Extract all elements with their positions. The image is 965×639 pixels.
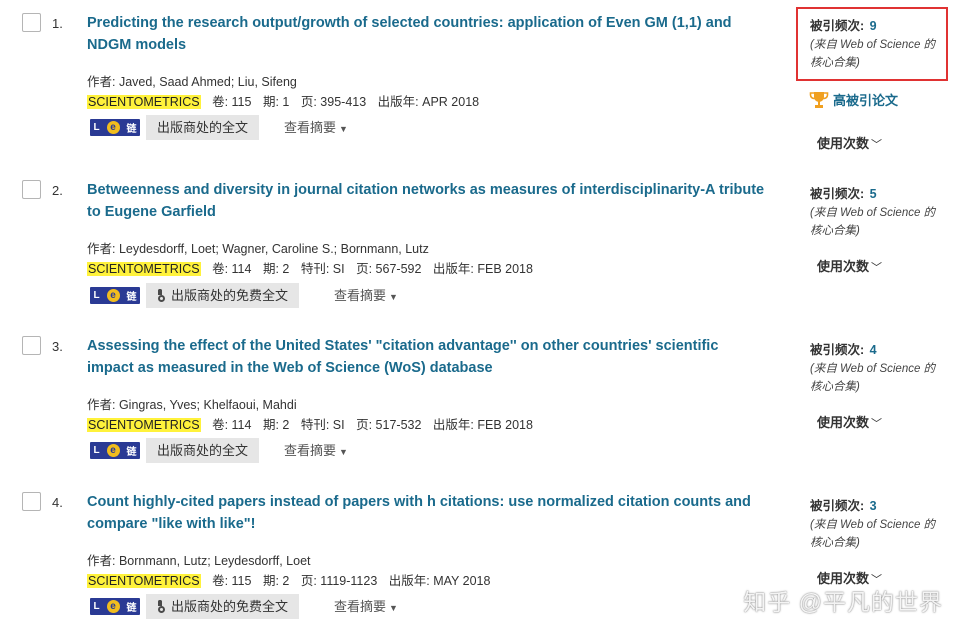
times-cited-count[interactable]: 9 (870, 19, 877, 33)
record-number: 1. (52, 16, 63, 31)
view-abstract-toggle[interactable]: 查看摘要 ▼ (334, 594, 398, 619)
select-checkbox[interactable] (22, 13, 41, 32)
times-cited: 被引频次: 5 (810, 187, 877, 201)
journal-name[interactable]: SCIENTOMETRICS (87, 95, 201, 109)
source-line: SCIENTOMETRICS 卷: 115 期: 2 页: 1119-1123 … (87, 570, 498, 589)
citation-source-note: (来自 Web of Science 的核心合集) (810, 39, 936, 69)
issue-field: 期: 2 (262, 262, 290, 276)
open-access-lock-icon (157, 289, 166, 302)
library-link-logo-icon: L (93, 445, 100, 456)
select-checkbox[interactable] (22, 180, 41, 199)
usage-count-dropdown[interactable]: 使用次数 ﹀ (817, 133, 882, 152)
library-link-button[interactable]: Le链 (90, 598, 140, 615)
citation-info: 被引频次: 3 (来自 Web of Science 的核心合集) (810, 495, 955, 552)
year-field: 出版年: APR 2018 (377, 95, 480, 109)
authors-value: Gingras, Yves; Khelfaoui, Mahdi (118, 398, 297, 412)
times-cited: 被引频次: 3 (810, 499, 877, 513)
journal-name[interactable]: SCIENTOMETRICS (87, 418, 201, 432)
view-abstract-toggle[interactable]: 查看摘要 ▼ (334, 283, 398, 308)
issue-field: 期: 2 (262, 574, 290, 588)
issue-field: 期: 2 (262, 418, 290, 432)
record-number: 4. (52, 495, 63, 510)
pages-field: 页: 517-532 (356, 418, 422, 432)
authors-line: 作者: Leydesdorff, Loet; Wagner, Caroline … (87, 238, 429, 257)
usage-count-dropdown[interactable]: 使用次数 ﹀ (817, 412, 882, 431)
times-cited-count[interactable]: 3 (870, 499, 877, 513)
article-title-link[interactable]: Assessing the effect of the United State… (87, 335, 767, 379)
watermark: 知乎 @平凡的世界 (743, 589, 943, 615)
trophy-icon (809, 92, 829, 108)
times-cited-count[interactable]: 5 (870, 187, 877, 201)
publisher-free-fulltext-button[interactable]: 出版商处的免费全文 (146, 594, 300, 619)
publisher-fulltext-button[interactable]: 出版商处的全文 (146, 115, 260, 140)
caret-down-icon: ▼ (389, 292, 398, 302)
library-link-logo-icon: L (93, 601, 100, 612)
citation-source-note: (来自 Web of Science 的核心合集) (810, 519, 936, 549)
journal-name[interactable]: SCIENTOMETRICS (87, 262, 201, 276)
article-title-link[interactable]: Count highly-cited papers instead of pap… (87, 491, 767, 535)
authors-line: 作者: Javed, Saad Ahmed; Liu, Sifeng (87, 71, 297, 90)
source-line: SCIENTOMETRICS 卷: 114 期: 2 特刊: SI 页: 567… (87, 258, 541, 277)
article-title-link[interactable]: Predicting the research output/growth of… (87, 12, 767, 56)
article-title-link[interactable]: Betweenness and diversity in journal cit… (87, 179, 767, 223)
authors-value: Bornmann, Lutz; Leydesdorff, Loet (118, 554, 311, 568)
times-cited-count[interactable]: 4 (870, 343, 877, 357)
record-number: 2. (52, 183, 63, 198)
source-line: SCIENTOMETRICS 卷: 114 期: 2 特刊: SI 页: 517… (87, 414, 541, 433)
view-abstract-toggle[interactable]: 查看摘要 ▼ (284, 115, 348, 140)
caret-down-icon: ▼ (339, 124, 348, 134)
select-checkbox[interactable] (22, 336, 41, 355)
library-link-button[interactable]: Le链 (90, 119, 140, 136)
citation-info: 被引频次: 9 (来自 Web of Science 的核心合集) (810, 15, 955, 72)
library-link-logo-icon: L (93, 290, 100, 301)
volume-field: 卷: 114 (212, 262, 252, 276)
volume-field: 卷: 115 (212, 95, 252, 109)
highly-cited-badge[interactable]: 高被引论文 (809, 90, 898, 109)
times-cited: 被引频次: 4 (810, 343, 877, 357)
usage-count-dropdown[interactable]: 使用次数 ﹀ (817, 256, 882, 275)
source-line: SCIENTOMETRICS 卷: 115 期: 1 页: 395-413 出版… (87, 91, 487, 110)
citation-source-note: (来自 Web of Science 的核心合集) (810, 363, 936, 393)
authors-label: 作者: (87, 242, 119, 256)
citation-source-note: (来自 Web of Science 的核心合集) (810, 207, 936, 237)
view-abstract-toggle[interactable]: 查看摘要 ▼ (284, 438, 348, 463)
chevron-down-icon: ﹀ (871, 418, 883, 430)
caret-down-icon: ▼ (389, 603, 398, 613)
year-field: 出版年: FEB 2018 (432, 262, 533, 276)
chevron-down-icon: ﹀ (871, 262, 883, 274)
journal-name[interactable]: SCIENTOMETRICS (87, 574, 201, 588)
pages-field: 页: 1119-1123 (300, 574, 378, 588)
year-field: 出版年: FEB 2018 (432, 418, 533, 432)
issue-field: 期: 1 (262, 95, 290, 109)
chevron-down-icon: ﹀ (871, 139, 883, 151)
select-checkbox[interactable] (22, 492, 41, 511)
open-access-lock-icon (157, 600, 166, 613)
citation-info: 被引频次: 4 (来自 Web of Science 的核心合集) (810, 339, 955, 396)
authors-label: 作者: (87, 398, 119, 412)
library-link-button[interactable]: Le链 (90, 287, 140, 304)
record-number: 3. (52, 339, 63, 354)
authors-value: Javed, Saad Ahmed; Liu, Sifeng (118, 75, 297, 89)
volume-field: 卷: 114 (212, 418, 252, 432)
library-link-button[interactable]: Le链 (90, 442, 140, 459)
authors-label: 作者: (87, 554, 119, 568)
authors-line: 作者: Bornmann, Lutz; Leydesdorff, Loet (87, 550, 311, 569)
authors-label: 作者: (87, 75, 119, 89)
times-cited: 被引频次: 9 (810, 19, 877, 33)
special-issue-field: 特刊: SI (300, 262, 345, 276)
year-field: 出版年: MAY 2018 (388, 574, 491, 588)
citation-info: 被引频次: 5 (来自 Web of Science 的核心合集) (810, 183, 955, 240)
publisher-free-fulltext-button[interactable]: 出版商处的免费全文 (146, 283, 300, 308)
authors-value: Leydesdorff, Loet; Wagner, Caroline S.; … (118, 242, 429, 256)
pages-field: 页: 395-413 (300, 95, 367, 109)
volume-field: 卷: 115 (212, 574, 252, 588)
library-link-logo-icon: L (93, 122, 100, 133)
authors-line: 作者: Gingras, Yves; Khelfaoui, Mahdi (87, 394, 297, 413)
special-issue-field: 特刊: SI (300, 418, 345, 432)
caret-down-icon: ▼ (339, 447, 348, 457)
publisher-fulltext-button[interactable]: 出版商处的全文 (146, 438, 260, 463)
pages-field: 页: 567-592 (356, 262, 422, 276)
